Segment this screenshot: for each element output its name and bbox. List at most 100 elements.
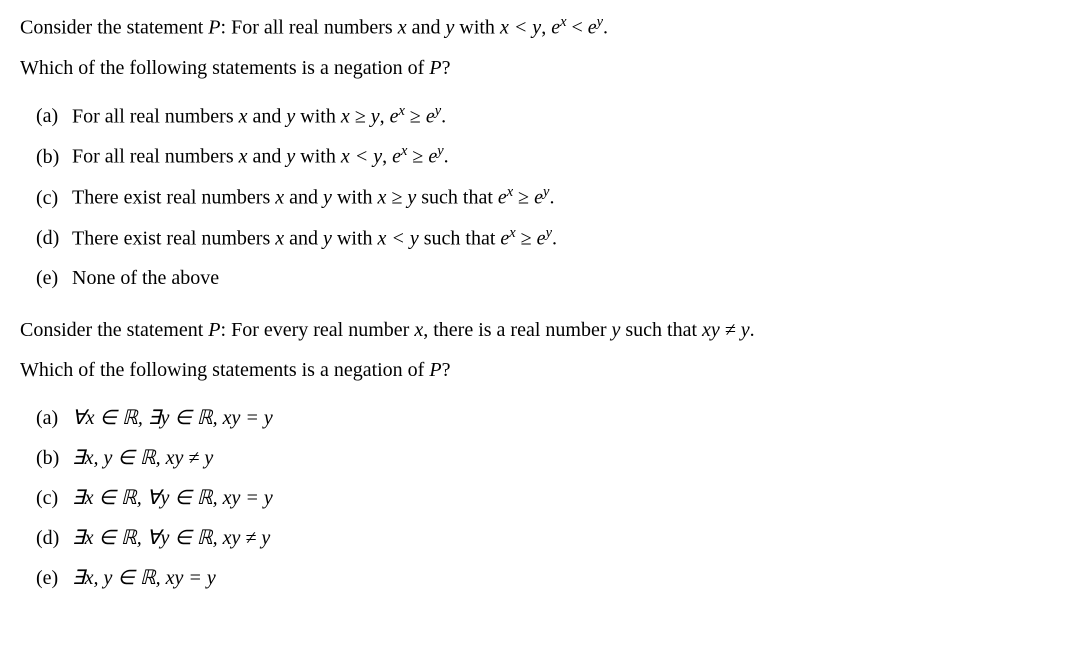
cond: x ≥ y	[378, 187, 417, 209]
q1-option-c: (c) There exist real numbers x and y wit…	[36, 180, 1047, 215]
option-body: For all real numbers x and y with x ≥ y,…	[72, 99, 446, 134]
text: For all real numbers	[72, 105, 239, 127]
text: .	[552, 227, 557, 249]
q1-prompt-line2: Which of the following statements is a n…	[20, 51, 1047, 85]
option-label: (d)	[36, 521, 72, 555]
rel: ≥	[513, 187, 534, 209]
expr: xy ≠ y	[702, 319, 750, 341]
text: , there is a real number	[423, 319, 611, 341]
var-y: y	[286, 105, 295, 127]
q2-options: (a) ∀x ∈ ℝ, ∃y ∈ ℝ, xy = y (b) ∃x, y ∈ ℝ…	[20, 401, 1047, 595]
e: e	[498, 187, 507, 209]
e: e	[534, 187, 543, 209]
var-x: x	[239, 146, 248, 168]
text: with	[295, 146, 341, 168]
option-label: (a)	[36, 99, 72, 133]
e: e	[537, 227, 546, 249]
text: For all real numbers	[72, 146, 239, 168]
option-body: ∀x ∈ ℝ, ∃y ∈ ℝ, xy = y	[72, 401, 273, 435]
var-x: x	[239, 105, 248, 127]
option-label: (b)	[36, 140, 72, 174]
e: e	[428, 146, 437, 168]
text: Consider the statement	[20, 17, 208, 39]
text: with	[332, 227, 378, 249]
q2-option-d: (d) ∃x ∈ ℝ, ∀y ∈ ℝ, xy ≠ y	[36, 521, 1047, 555]
e: e	[426, 105, 435, 127]
text: ?	[442, 57, 451, 79]
text: ,	[541, 17, 551, 39]
option-label: (b)	[36, 441, 72, 475]
option-body: None of the above	[72, 261, 219, 295]
cond: x < y	[500, 17, 541, 39]
q2-prompt-line1: Consider the statement P: For every real…	[20, 313, 1047, 347]
text: and	[284, 187, 323, 209]
text: .	[603, 17, 608, 39]
option-label: (a)	[36, 401, 72, 435]
var-y: y	[323, 227, 332, 249]
q1-prompt: Consider the statement P: For all real n…	[20, 10, 1047, 85]
rel: <	[566, 17, 587, 39]
e: e	[392, 146, 401, 168]
rel: ≥	[516, 227, 537, 249]
text: and	[284, 227, 323, 249]
option-body: ∃x ∈ ℝ, ∀y ∈ ℝ, xy ≠ y	[72, 521, 270, 555]
q2-prompt: Consider the statement P: For every real…	[20, 313, 1047, 387]
q2-prompt-line2: Which of the following statements is a n…	[20, 353, 1047, 387]
option-body: There exist real numbers x and y with x …	[72, 180, 554, 215]
cond: x < y	[378, 227, 419, 249]
var-y: y	[286, 146, 295, 168]
option-body: ∃x, y ∈ ℝ, xy = y	[72, 561, 216, 595]
text: .	[444, 146, 449, 168]
option-label: (e)	[36, 261, 72, 295]
option-label: (d)	[36, 221, 72, 255]
text: with	[454, 17, 500, 39]
var-x: x	[414, 319, 423, 341]
var-P: P	[208, 17, 220, 39]
q2-option-a: (a) ∀x ∈ ℝ, ∃y ∈ ℝ, xy = y	[36, 401, 1047, 435]
text: such that	[620, 319, 702, 341]
option-body: ∃x ∈ ℝ, ∀y ∈ ℝ, xy = y	[72, 481, 273, 515]
q2-option-b: (b) ∃x, y ∈ ℝ, xy ≠ y	[36, 441, 1047, 475]
rel: ≥	[407, 146, 428, 168]
q1-option-d: (d) There exist real numbers x and y wit…	[36, 221, 1047, 256]
text: such that	[416, 187, 498, 209]
var-P: P	[208, 319, 220, 341]
text: Which of the following statements is a n…	[20, 57, 429, 79]
var-y: y	[323, 187, 332, 209]
q1-prompt-line1: Consider the statement P: For all real n…	[20, 10, 1047, 45]
rel: ≥	[405, 105, 426, 127]
option-body: ∃x, y ∈ ℝ, xy ≠ y	[72, 441, 213, 475]
q2-option-e: (e) ∃x, y ∈ ℝ, xy = y	[36, 561, 1047, 595]
text: ,	[380, 105, 390, 127]
text: Consider the statement	[20, 319, 208, 341]
e: e	[551, 17, 560, 39]
text: such that	[419, 227, 501, 249]
text: .	[549, 187, 554, 209]
q1-option-e: (e) None of the above	[36, 261, 1047, 295]
text: Which of the following statements is a n…	[20, 359, 429, 381]
text: and	[248, 146, 287, 168]
text: : For all real numbers	[221, 17, 398, 39]
var-x: x	[275, 187, 284, 209]
var-P: P	[429, 57, 441, 79]
e: e	[588, 17, 597, 39]
option-body: For all real numbers x and y with x < y,…	[72, 139, 449, 174]
var-x: x	[275, 227, 284, 249]
e: e	[500, 227, 509, 249]
q2-option-c: (c) ∃x ∈ ℝ, ∀y ∈ ℝ, xy = y	[36, 481, 1047, 515]
question-1: Consider the statement P: For all real n…	[20, 10, 1047, 295]
var-P: P	[429, 359, 441, 381]
cond: x ≥ y	[341, 105, 380, 127]
text: .	[750, 319, 755, 341]
var-x: x	[398, 17, 407, 39]
text: There exist real numbers	[72, 187, 275, 209]
text: with	[295, 105, 341, 127]
q1-option-b: (b) For all real numbers x and y with x …	[36, 139, 1047, 174]
text: with	[332, 187, 378, 209]
option-label: (c)	[36, 481, 72, 515]
text: There exist real numbers	[72, 227, 275, 249]
option-body: There exist real numbers x and y with x …	[72, 221, 557, 256]
text: : For every real number	[221, 319, 415, 341]
q1-options: (a) For all real numbers x and y with x …	[20, 99, 1047, 296]
cond: x < y	[341, 146, 382, 168]
